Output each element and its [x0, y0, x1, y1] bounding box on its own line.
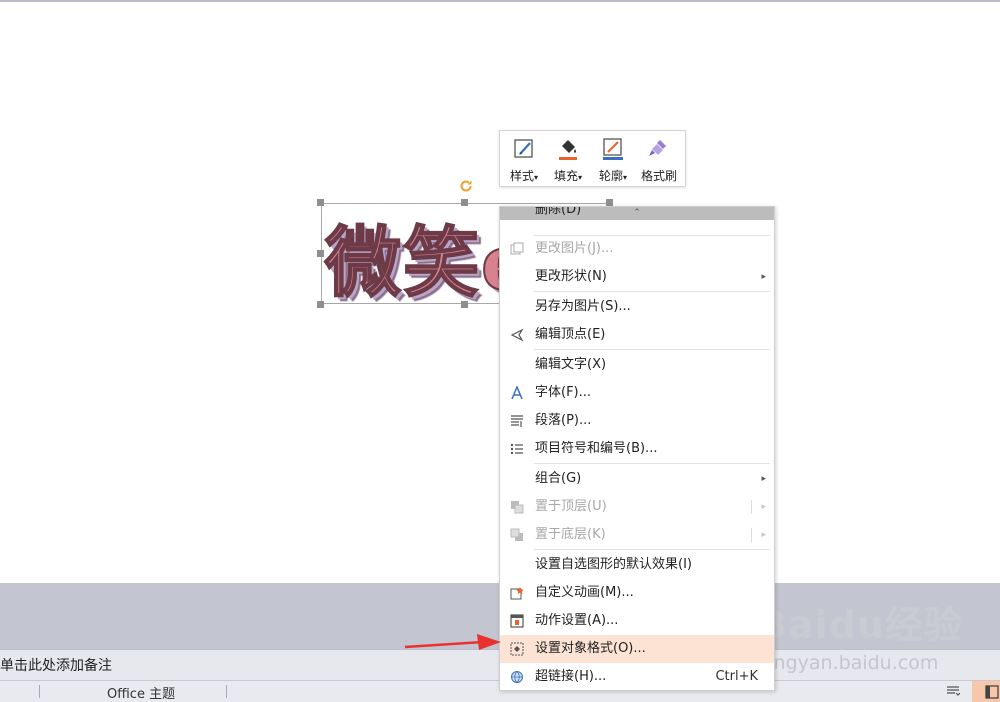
outline-button[interactable]: 轮廓▾ [591, 137, 635, 183]
font-icon [511, 386, 523, 400]
menu-separator [534, 549, 770, 550]
custom-animation-icon [510, 587, 524, 600]
outline-label: 轮廓 [598, 169, 623, 183]
resize-handle-bottom[interactable] [461, 301, 468, 308]
format-painter-label: 格式刷 [640, 169, 677, 183]
menu-item-format-object[interactable]: 设置对象格式(O)... [500, 635, 774, 663]
menu-item-label: 项目符号和编号(B)... [535, 441, 658, 456]
menu-item-edit-text[interactable]: 编辑文字(X) [500, 351, 774, 379]
menu-item-label: 超链接(H)... [535, 669, 607, 684]
menu-item-set-default-shape[interactable]: 设置自选图形的默认效果(I) [500, 551, 774, 579]
format-painter-button[interactable]: 格式刷 [637, 137, 681, 183]
baidu-watermark: Baidu经验 jingyan.baidu.com [758, 594, 998, 676]
resize-handle-top-right[interactable] [606, 199, 613, 206]
menu-item-label: 更改形状(N) [535, 269, 607, 284]
menu-item-shortcut: Ctrl+K [715, 669, 758, 684]
menu-item-save-as-picture[interactable]: 另存为图片(S)... [500, 293, 774, 321]
menu-split-divider [751, 500, 752, 514]
normal-view-icon [985, 685, 999, 699]
format-object-icon [510, 642, 524, 656]
context-menu: ⌃ 删除(D) 更改图片(J)... 更改形状(N) ▸ 另存为图片(S)...… [499, 206, 775, 691]
edit-points-icon [510, 328, 524, 342]
style-button[interactable]: 样式▾ [502, 137, 546, 183]
resize-handle-bottom-left[interactable] [317, 301, 324, 308]
resize-handle-top-left[interactable] [317, 199, 324, 206]
mini-toolbar: 样式▾ 填充▾ 轮廓▾ 格式刷 [499, 130, 686, 187]
notes-placeholder[interactable]: 单击此处添加备注 [0, 655, 112, 675]
menu-item-label: 组合(G) [535, 471, 582, 486]
fill-button[interactable]: 填充▾ [546, 137, 590, 183]
menu-separator [534, 291, 770, 292]
style-icon [514, 139, 533, 158]
menu-item-paragraph[interactable]: 段落(P)... [500, 407, 774, 435]
bullet-list-icon [510, 443, 523, 455]
send-to-back-icon [510, 528, 523, 541]
menu-item-send-to-back[interactable]: 置于底层(K) ▸ [500, 521, 774, 549]
menu-item-label: 置于底层(K) [535, 527, 606, 542]
paint-bucket-icon [559, 140, 577, 160]
menu-split-divider [751, 528, 752, 542]
fill-label: 填充 [553, 169, 578, 183]
watermark-url: jingyan.baidu.com [763, 652, 939, 674]
menu-item-label: 段落(P)... [535, 413, 592, 428]
menu-item-label: 更改图片(J)... [535, 241, 614, 256]
change-picture-icon [510, 242, 524, 255]
menu-item-label: 设置对象格式(O)... [535, 641, 646, 656]
outline-pen-icon [603, 138, 623, 160]
format-painter-icon [649, 140, 666, 156]
watermark-logo: Baidu经验 [758, 603, 963, 647]
theme-name: Office 主题 [107, 687, 176, 702]
menu-item-label: 编辑文字(X) [535, 357, 607, 372]
menu-separator [534, 349, 770, 350]
menu-item-bullets-numbering[interactable]: 项目符号和编号(B)... [500, 435, 774, 463]
normal-view-button[interactable] [972, 681, 1000, 702]
menu-item-edit-points[interactable]: 编辑顶点(E) [500, 321, 774, 349]
menu-item-action-settings[interactable]: 动作设置(A)... [500, 607, 774, 635]
menu-item-label: 设置自选图形的默认效果(I) [535, 557, 692, 572]
menu-item-label: 删除(D) [535, 206, 582, 217]
menu-item-change-picture[interactable]: 更改图片(J)... [500, 235, 774, 263]
status-divider [226, 685, 227, 698]
menu-item-font[interactable]: 字体(F)... [500, 379, 774, 407]
submenu-arrow-icon: ▸ [761, 530, 766, 540]
action-settings-icon [510, 614, 524, 628]
style-label: 样式 [509, 169, 534, 183]
submenu-arrow-icon: ▸ [761, 272, 766, 282]
submenu-arrow-icon: ▸ [761, 502, 766, 512]
status-divider [39, 685, 40, 698]
menu-item-label: 另存为图片(S)... [535, 299, 631, 314]
menu-item-label: 编辑顶点(E) [535, 327, 606, 342]
menu-item-label: 字体(F)... [535, 385, 592, 400]
style-dropdown-icon: ▾ [534, 173, 539, 182]
rotate-handle-icon[interactable] [458, 178, 474, 194]
menu-item-label: 置于顶层(U) [535, 499, 607, 514]
menu-item-bring-to-front[interactable]: 置于顶层(U) ▸ [500, 493, 774, 521]
menu-item-delete[interactable]: 删除(D) [500, 207, 774, 225]
menu-item-group[interactable]: 组合(G) ▸ [500, 465, 774, 493]
bring-to-front-icon [511, 501, 524, 514]
outline-dropdown-icon: ▾ [623, 173, 628, 182]
menu-separator [534, 463, 770, 464]
annotation-arrow-icon [405, 634, 501, 650]
resize-handle-left[interactable] [317, 250, 324, 257]
resize-handle-top[interactable] [461, 199, 468, 206]
fill-dropdown-icon: ▾ [578, 173, 583, 182]
hyperlink-globe-icon [511, 671, 523, 683]
menu-item-label: 自定义动画(M)... [535, 585, 634, 600]
notes-toggle-icon[interactable] [946, 684, 960, 698]
paragraph-icon [511, 415, 523, 427]
submenu-arrow-icon: ▸ [761, 474, 766, 484]
menu-item-custom-animation[interactable]: 自定义动画(M)... [500, 579, 774, 607]
menu-item-label: 动作设置(A)... [535, 613, 619, 628]
menu-item-hyperlink[interactable]: 超链接(H)... Ctrl+K [500, 663, 774, 690]
menu-item-change-shape[interactable]: 更改形状(N) ▸ [500, 263, 774, 291]
